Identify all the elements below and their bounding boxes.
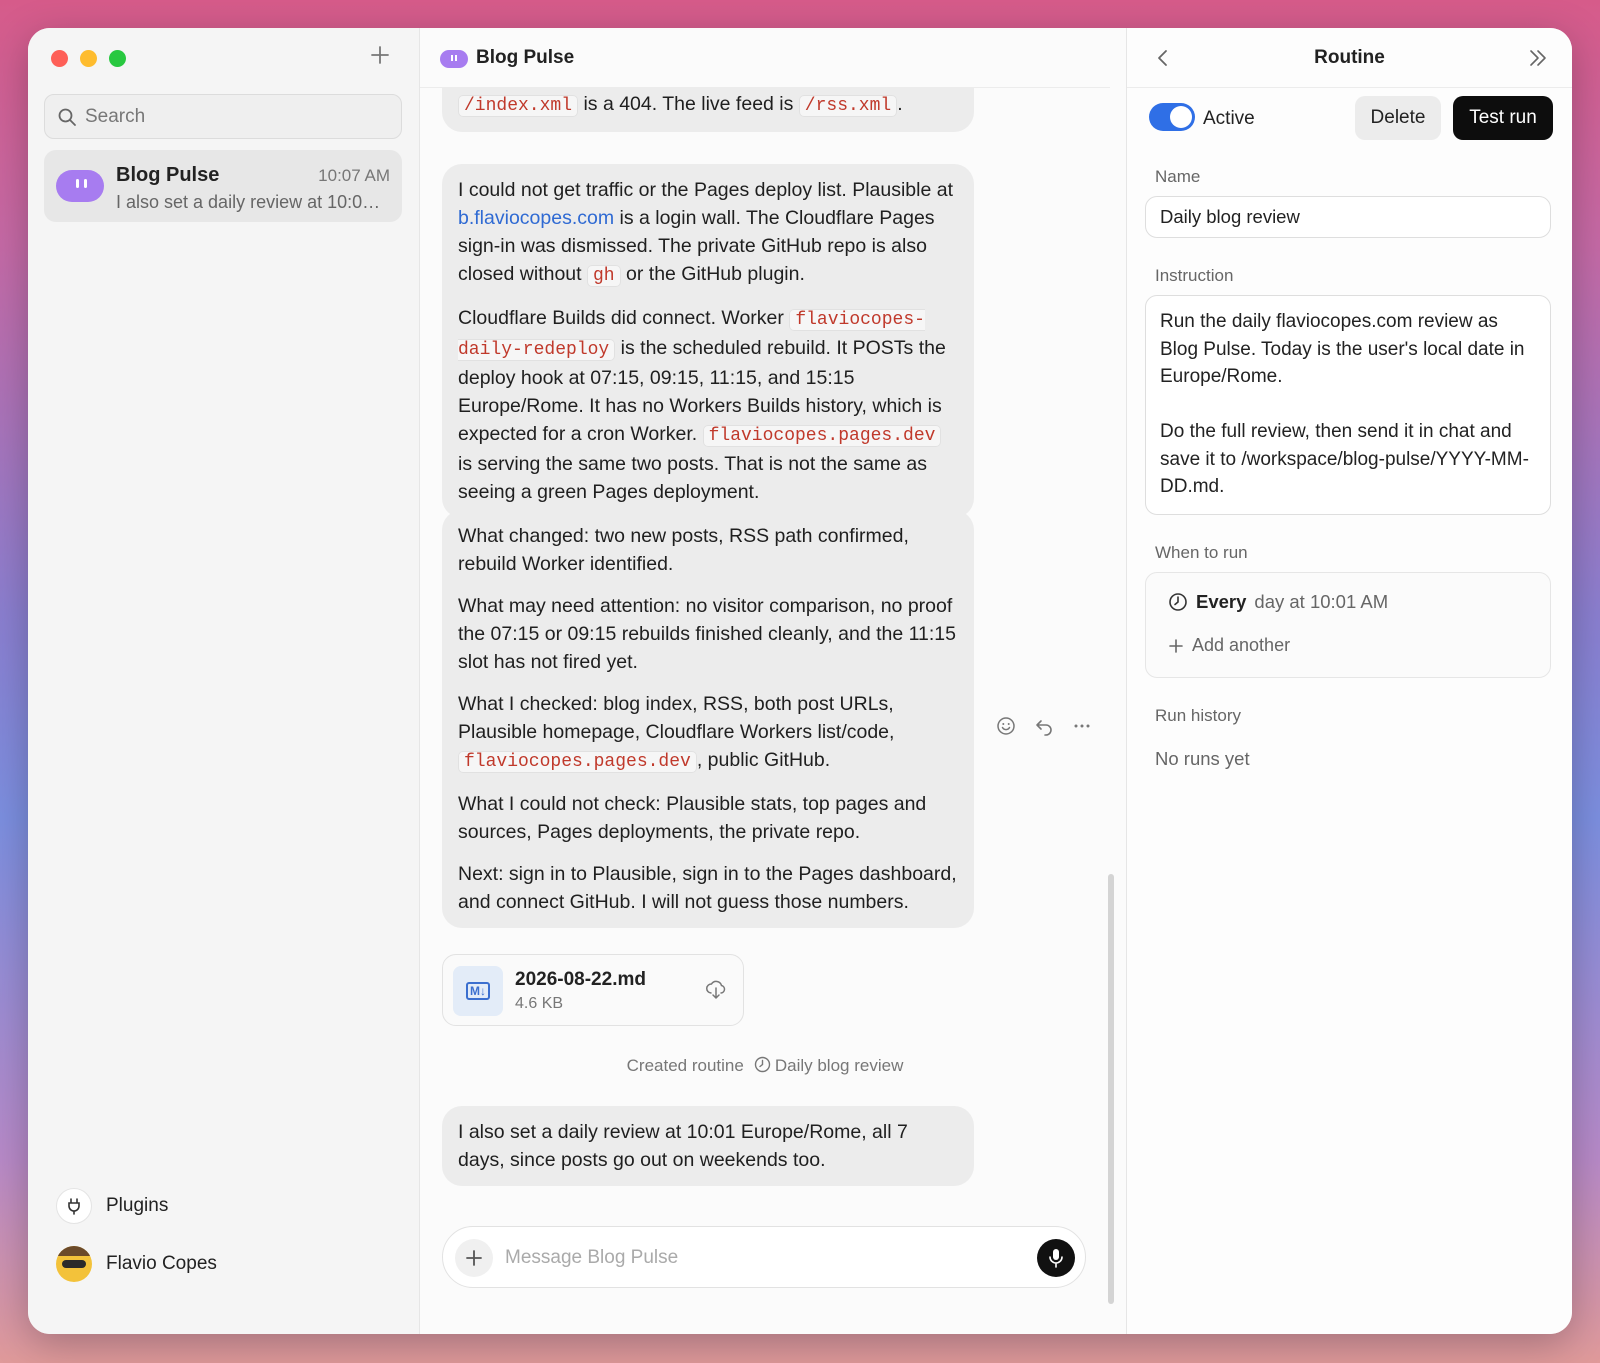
new-chat-button[interactable] <box>367 44 393 70</box>
message-text: . <box>897 93 903 115</box>
assistant-message: I could not get traffic or the Pages dep… <box>442 164 974 518</box>
collapse-panel-icon[interactable] <box>1526 46 1550 70</box>
routine-link[interactable]: Daily blog review <box>775 1056 904 1075</box>
agent-avatar <box>56 170 104 202</box>
reply-icon[interactable] <box>1034 716 1054 736</box>
message-text: is a 404. The live feed is <box>578 93 799 115</box>
minimize-window-button[interactable] <box>80 50 97 67</box>
plus-icon <box>466 1250 482 1266</box>
window-controls <box>51 50 126 67</box>
user-profile[interactable]: Flavio Copes <box>56 1246 217 1282</box>
active-toggle[interactable] <box>1149 103 1195 131</box>
zoom-window-button[interactable] <box>109 50 126 67</box>
plus-icon <box>1169 638 1183 653</box>
code-snippet: flaviocopes.pages.dev <box>458 751 697 773</box>
run-history-label: Run history <box>1155 706 1241 725</box>
plug-icon <box>56 1188 92 1224</box>
microphone-button[interactable] <box>1037 1239 1075 1277</box>
code-snippet: flaviocopes.pages.dev <box>702 425 942 447</box>
user-avatar <box>56 1246 92 1282</box>
message-text: , public GitHub. <box>696 749 831 771</box>
file-attachment[interactable]: M↓ 2026-08-22.md 4.6 KB <box>442 954 744 1026</box>
message-paragraph: What may need attention: no visitor comp… <box>458 595 956 673</box>
message-paragraph: What I could not check: Plausible stats,… <box>458 793 927 843</box>
run-history-empty: No runs yet <box>1155 748 1250 769</box>
download-icon[interactable] <box>705 979 727 1001</box>
code-snippet: /index.xml <box>458 95 579 117</box>
app-window: Blog Pulse 10:07 AM I also set a daily r… <box>28 28 1572 1334</box>
message-actions <box>996 716 1092 736</box>
test-run-button[interactable]: Test run <box>1453 96 1553 140</box>
chat-title: Blog Pulse <box>476 47 575 68</box>
delete-button[interactable]: Delete <box>1355 96 1441 140</box>
conversation-time: 10:07 AM <box>318 166 390 185</box>
schedule-box: Every day at 10:01 AM Add another <box>1145 572 1551 678</box>
message-paragraph: Next: sign in to Plausible, sign in to t… <box>458 863 957 913</box>
plugins-label: Plugins <box>106 1195 169 1216</box>
message-composer <box>442 1226 1086 1288</box>
message-text: Cloudflare Builds did connect. Worker <box>458 307 790 329</box>
markdown-badge: M↓ <box>466 982 490 1000</box>
message-paragraph: What changed: two new posts, RSS path co… <box>458 525 909 575</box>
file-name: 2026-08-22.md <box>515 969 646 990</box>
message-text: What I checked: blog index, RSS, both po… <box>458 693 895 743</box>
routine-panel-title: Routine <box>1314 47 1385 68</box>
active-label: Active <box>1203 108 1255 129</box>
conversation-preview: I also set a daily review at 10:01 Europ… <box>116 192 386 212</box>
chat-panel: Blog Pulse /index.xml is a 404. The live… <box>420 28 1110 1334</box>
routine-name-input[interactable] <box>1145 196 1551 238</box>
instruction-textarea[interactable]: Run the daily flaviocopes.com review as … <box>1145 295 1551 515</box>
schedule-frequency: Every <box>1196 591 1247 612</box>
routine-panel: Routine Active Delete Test run Name Inst… <box>1126 28 1572 1334</box>
message-text: or the GitHub plugin. <box>620 263 805 285</box>
message-text: is serving the same two posts. That is n… <box>458 453 927 503</box>
more-options-icon[interactable] <box>1072 716 1092 736</box>
chat-header: Blog Pulse <box>420 28 1110 88</box>
search-input[interactable] <box>85 105 385 128</box>
microphone-icon <box>1049 1249 1063 1268</box>
message-text: I could not get traffic or the Pages dep… <box>458 179 954 201</box>
close-window-button[interactable] <box>51 50 68 67</box>
assistant-message: What changed: two new posts, RSS path co… <box>442 510 974 928</box>
schedule-time: day at 10:01 AM <box>1254 591 1389 612</box>
user-name: Flavio Copes <box>106 1253 217 1274</box>
search-box[interactable] <box>44 94 402 139</box>
chat-scrollbar[interactable] <box>1108 874 1114 1304</box>
name-label: Name <box>1155 167 1201 186</box>
message-input[interactable] <box>505 1241 1025 1275</box>
message-paragraph: I also set a daily review at 10:01 Europ… <box>458 1121 908 1171</box>
plugins-link[interactable]: Plugins <box>56 1188 168 1224</box>
message-link[interactable]: b.flaviocopes.com <box>458 207 614 229</box>
when-to-run-label: When to run <box>1155 543 1248 562</box>
instruction-label: Instruction <box>1155 266 1234 285</box>
file-size: 4.6 KB <box>515 995 564 1012</box>
assistant-message: I also set a daily review at 10:01 Europ… <box>442 1106 974 1186</box>
routine-note-label: Created routine <box>626 1056 744 1075</box>
message-list[interactable]: /index.xml is a 404. The live feed is /r… <box>420 88 1110 1228</box>
add-another-label: Add another <box>1192 635 1291 655</box>
conversation-title: Blog Pulse <box>116 164 220 186</box>
plus-icon <box>371 46 389 64</box>
code-snippet: /rss.xml <box>798 95 898 117</box>
search-icon <box>58 108 76 126</box>
conversation-item[interactable]: Blog Pulse 10:07 AM I also set a daily r… <box>44 150 402 222</box>
routine-created-note: Created routine Daily blog review <box>420 1056 1110 1076</box>
code-snippet: gh <box>587 265 621 287</box>
sidebar: Blog Pulse 10:07 AM I also set a daily r… <box>28 28 420 1334</box>
add-schedule-button[interactable]: Add another <box>1168 635 1290 656</box>
agent-avatar <box>440 50 468 68</box>
clock-icon <box>754 1056 771 1073</box>
schedule-row[interactable]: Every day at 10:01 AM <box>1168 591 1388 613</box>
attach-button[interactable] <box>455 1239 493 1277</box>
clock-icon <box>1169 593 1187 611</box>
routine-panel-header: Routine <box>1127 28 1572 88</box>
assistant-message: /index.xml is a 404. The live feed is /r… <box>442 88 974 132</box>
markdown-file-icon: M↓ <box>453 966 503 1016</box>
emoji-reaction-icon[interactable] <box>996 716 1016 736</box>
